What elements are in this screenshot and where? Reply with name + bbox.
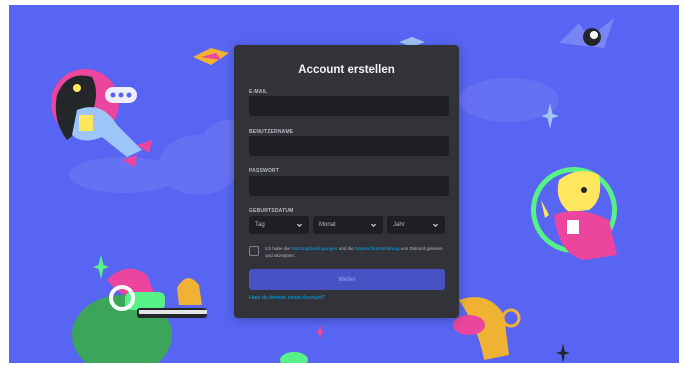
character-illustration (531, 167, 617, 260)
background-illustration: Account erstellen E-MAIL BENUTZERNAME PA… (9, 5, 679, 363)
password-field[interactable] (249, 176, 449, 196)
terms-checkbox[interactable] (249, 246, 259, 256)
password-label: PASSWORT (249, 168, 280, 174)
terms-link[interactable]: Nutzungsbedingungen (291, 246, 337, 251)
chevron-down-icon (433, 223, 438, 227)
continue-button[interactable]: Weiter (249, 269, 445, 290)
email-label: E-MAIL (249, 89, 268, 95)
creature-illustration (280, 352, 308, 363)
creature-illustration (559, 18, 614, 48)
character-illustration (51, 69, 152, 167)
sparkle-icon (556, 343, 570, 363)
username-label: BENUTZERNAME (249, 129, 294, 135)
creature-illustration (453, 297, 521, 360)
chevron-down-icon (371, 223, 376, 227)
email-field[interactable] (249, 96, 449, 116)
terms-text: Ich habe die Nutzungsbedingungen und die… (265, 246, 443, 258)
birthdate-label: GEBURTSDATUM (249, 208, 294, 214)
year-select[interactable]: Jahr (387, 216, 445, 234)
day-select[interactable]: Tag (249, 216, 309, 234)
sparkle-icon (315, 325, 325, 339)
month-select-value: Monat (319, 222, 336, 228)
privacy-link[interactable]: Datenschutzerklärung (355, 246, 400, 251)
month-select[interactable]: Monat (313, 216, 383, 234)
year-select-value: Jahr (393, 222, 405, 228)
bird-decoration (193, 48, 229, 65)
login-link[interactable]: Hast du bereits einen Account? (249, 295, 325, 301)
username-field[interactable] (249, 136, 449, 156)
sparkle-icon (541, 103, 559, 129)
creature-illustration (72, 268, 207, 363)
page-title: Account erstellen (298, 64, 395, 76)
chevron-down-icon (297, 223, 302, 227)
day-select-value: Tag (255, 222, 265, 228)
register-form: Account erstellen E-MAIL BENUTZERNAME PA… (234, 45, 459, 318)
